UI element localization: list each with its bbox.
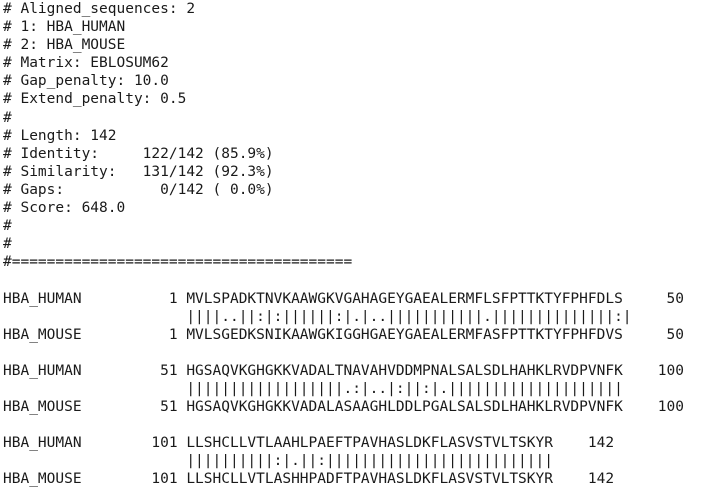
header-line-seq1: # 1: HBA_HUMAN xyxy=(3,19,126,36)
header-line-seq2: # 2: HBA_MOUSE xyxy=(3,37,126,54)
header-line-aligned-sequences: # Aligned_sequences: 2 xyxy=(3,1,196,17)
alignment-row-human: HBA_HUMAN 1 MVLSPADKTNVKAAWGKVGAHAGEYGAE… xyxy=(3,290,684,307)
header-line-separator: # xyxy=(3,109,12,126)
alignment-row-human: HBA_HUMAN 51 HGSAQVKGHGKKVADALTNAVAHVDDM… xyxy=(3,362,684,379)
alignment-row-human: HBA_HUMAN 101 LLSHCLLVTLAAHLPAEFTPAVHASL… xyxy=(3,435,615,452)
header-line-similarity: # Similarity: 131/142 (92.3%) xyxy=(3,163,274,180)
header-line-score: # Score: 648.0 xyxy=(3,200,126,217)
alignment-match-line: ||||||||||:|.||:||||||||||||||||||||||||… xyxy=(3,453,553,470)
alignment-match-line: ||||||||||||||||||.:|..|:||:|.||||||||||… xyxy=(3,380,623,397)
header-line-matrix: # Matrix: EBLOSUM62 xyxy=(3,55,169,72)
header-line-separator: # xyxy=(3,218,12,235)
alignment-row-mouse: HBA_MOUSE 51 HGSAQVKGHGKKVADALASAAGHLDDL… xyxy=(3,399,684,416)
header-line-length: # Length: 142 xyxy=(3,127,117,144)
header-line-identity: # Identity: 122/142 (85.9%) xyxy=(3,145,274,162)
header-line-extend-penalty: # Extend_penalty: 0.5 xyxy=(3,91,187,108)
header-line-separator: # xyxy=(3,236,12,253)
alignment-row-mouse: HBA_MOUSE 1 MVLSGEDKSNIKAAWGKIGGHGAEYGAE… xyxy=(3,326,684,343)
header-rule: #======================================= xyxy=(3,254,353,271)
alignment-row-mouse: HBA_MOUSE 101 LLSHCLLVTLASHHPADFTPAVHASL… xyxy=(3,471,615,488)
terminal-output: # Aligned_sequences: 2 # 1: HBA_HUMAN # … xyxy=(0,0,721,497)
header-line-gap-penalty: # Gap_penalty: 10.0 xyxy=(3,73,169,90)
alignment-match-line: ||||..||:|:||||||:|.|..|||||||||||.|||||… xyxy=(3,308,632,325)
header-line-gaps: # Gaps: 0/142 ( 0.0%) xyxy=(3,181,274,198)
